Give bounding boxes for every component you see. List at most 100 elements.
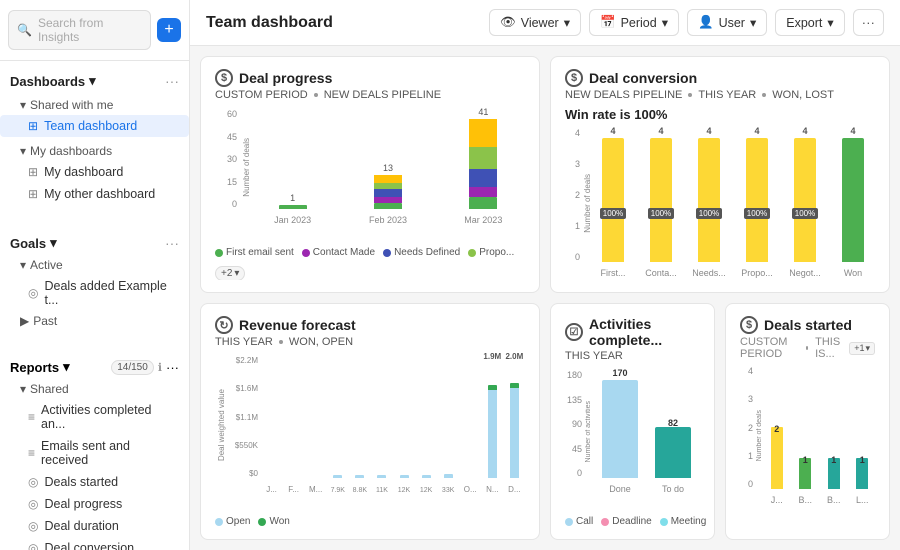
report-icon: ≡ [28,446,35,460]
reports-label[interactable]: Reports ▾ [10,359,70,375]
active-label[interactable]: ▾ Active [0,255,189,275]
search-icon: 🔍 [17,23,32,37]
legend-more-button[interactable]: +2 ▾ [215,266,245,280]
activities-chart-container: 180 135 90 45 0 Number of activities 170 [565,368,700,527]
sidebar-item-my-dashboard[interactable]: ⊞ My dashboard [0,161,189,183]
info-icon[interactable]: ℹ [158,361,162,374]
reports-more-icon[interactable]: ··· [166,360,179,375]
report-icon: ≡ [28,410,35,424]
activities-card: ☑ Activities complete... THIS YEAR 180 1… [550,303,715,540]
goals-more-icon[interactable]: ··· [165,235,179,251]
search-box[interactable]: 🔍 Search from Insights [8,10,151,50]
sidebar-item-deal-progress[interactable]: ◎ Deal progress [0,493,189,515]
activities-icon: ☑ [565,323,583,341]
deal-progress-card: $ Deal progress CUSTOM PERIOD NEW DEALS … [200,56,540,293]
my-dashboards-group: ▾ My dashboards ⊞ My dashboard ⊞ My othe… [0,139,189,207]
goal-icon: ◎ [28,286,38,300]
revenue-forecast-card: ↻ Revenue forecast THIS YEAR WON, OPEN D… [200,303,540,540]
chevron-icon: ▾ [20,98,26,112]
sidebar-item-deal-conversion[interactable]: ◎ Deal conversion [0,537,189,550]
viewer-icon: 👁 [500,15,516,30]
reports-section: Reports ▾ 14/150 ℹ ··· ▾ Shared ≡ Activi… [0,347,189,550]
deals-started-subtitle: CUSTOM PERIOD THIS IS... +1 ▾ [740,336,875,360]
more-button[interactable]: ··· [853,9,884,36]
bottom-right-cards: ☑ Activities complete... THIS YEAR 180 1… [550,303,890,540]
legend-contact: Contact Made [302,247,375,258]
chevron-down-icon: ▾ [50,235,57,251]
export-button[interactable]: Export ▾ [775,9,844,36]
legend-call: Call [565,516,593,527]
chevron-right-icon: ▶ [20,314,29,328]
activities-subtitle: THIS YEAR [565,350,700,362]
sidebar-item-emails[interactable]: ≡ Emails sent and received [0,435,189,471]
report-icon: ◎ [28,541,38,550]
legend-first-email: First email sent [215,247,294,258]
sidebar-item-deal-duration[interactable]: ◎ Deal duration [0,515,189,537]
viewer-button[interactable]: 👁 Viewer ▾ [489,9,581,36]
revenue-legend: Open Won [215,516,525,527]
deals-started-chart-container: 4 3 2 1 0 Number of deals 2 [740,364,875,527]
header-controls: 👁 Viewer ▾ 📅 Period ▾ 👤 User ▾ Export ▾ … [489,9,884,36]
chevron-down-icon: ▾ [750,15,756,30]
dashboards-section: Dashboards ▾ ··· ▾ Shared with me ⊞ Team… [0,61,189,215]
deal-progress-chart: 60 45 30 15 0 Number of deals [215,107,525,280]
reports-count-badge: 14/150 [111,360,154,375]
deals-started-card: $ Deals started CUSTOM PERIOD THIS IS...… [725,303,890,540]
grid-icon: ⊞ [28,187,38,201]
reports-shared-label[interactable]: ▾ Shared [0,379,189,399]
revenue-title: ↻ Revenue forecast [215,316,525,334]
chevron-down-icon: ▾ [662,15,668,30]
legend-propo: Propo... [468,247,514,258]
reports-header: Reports ▾ 14/150 ℹ ··· [0,355,189,379]
activities-title: ☑ Activities complete... [565,316,700,348]
legend-meeting: Meeting [660,516,707,527]
goals-section: Goals ▾ ··· ▾ Active ◎ Deals added Examp… [0,223,189,339]
goals-header[interactable]: Goals ▾ ··· [0,231,189,255]
sidebar-item-other-dashboard[interactable]: ⊞ My other dashboard [0,183,189,205]
deal-conversion-subtitle: NEW DEALS PIPELINE THIS YEAR WON, LOST [565,89,875,101]
user-button[interactable]: 👤 User ▾ [687,9,767,36]
deal-icon: $ [215,69,233,87]
deals-started-chart: 4 3 2 1 0 Number of deals 2 [740,364,875,507]
revenue-bars: J... F... M... 7.9K 8.8K 11K 12K 12K 33K… [261,354,525,496]
sidebar: 🔍 Search from Insights + Dashboards ▾ ··… [0,0,190,550]
legend-deadline: Deadline [601,516,651,527]
chevron-icon: ▾ [20,382,26,396]
sidebar-item-team-dashboard[interactable]: ⊞ Team dashboard [0,115,189,137]
goals-label: Goals [10,236,46,251]
reports-badge-row: 14/150 ℹ ··· [111,360,179,375]
past-label[interactable]: ▶ Past [0,311,189,331]
chevron-icon: ▾ [20,144,26,158]
period-button[interactable]: 📅 Period ▾ [589,9,679,36]
win-rate-text: Win rate is 100% [565,107,875,122]
dashboard-grid: $ Deal progress CUSTOM PERIOD NEW DEALS … [190,46,900,550]
activities-chart: 180 135 90 45 0 Number of activities 170 [565,368,700,496]
search-placeholder: Search from Insights [38,16,142,44]
deal-conversion-title: $ Deal conversion [565,69,875,87]
chevron-down-icon: ▾ [564,15,570,30]
sidebar-item-deals-example[interactable]: ◎ Deals added Example t... [0,275,189,311]
report-icon: ◎ [28,497,38,511]
deal-progress-subtitle: CUSTOM PERIOD NEW DEALS PIPELINE [215,89,525,101]
deals-started-title: $ Deals started [740,316,875,334]
legend-won: Won [258,516,289,527]
sidebar-item-deals-started[interactable]: ◎ Deals started [0,471,189,493]
activities-legend: Call Deadline Meeting [565,516,700,527]
add-button[interactable]: + [157,18,181,42]
chevron-down-icon: ▾ [89,73,96,89]
dashboards-header[interactable]: Dashboards ▾ ··· [0,69,189,93]
my-dashboards-label[interactable]: ▾ My dashboards [0,141,189,161]
dashboards-more-icon[interactable]: ··· [165,73,179,89]
shared-with-me-label[interactable]: ▾ Shared with me [0,95,189,115]
dashboards-label: Dashboards [10,74,85,89]
revenue-subtitle: THIS YEAR WON, OPEN [215,336,525,348]
grid-icon: ⊞ [28,119,38,133]
chevron-icon: ▾ [20,258,26,272]
period-icon: 📅 [600,15,616,30]
sidebar-item-activities-completed[interactable]: ≡ Activities completed an... [0,399,189,435]
page-title: Team dashboard [206,14,333,32]
main-content: Team dashboard 👁 Viewer ▾ 📅 Period ▾ 👤 U… [190,0,900,550]
shared-with-me-group: ▾ Shared with me ⊞ Team dashboard [0,93,189,139]
grid-icon: ⊞ [28,165,38,179]
plus-badge[interactable]: +1 ▾ [849,342,875,355]
